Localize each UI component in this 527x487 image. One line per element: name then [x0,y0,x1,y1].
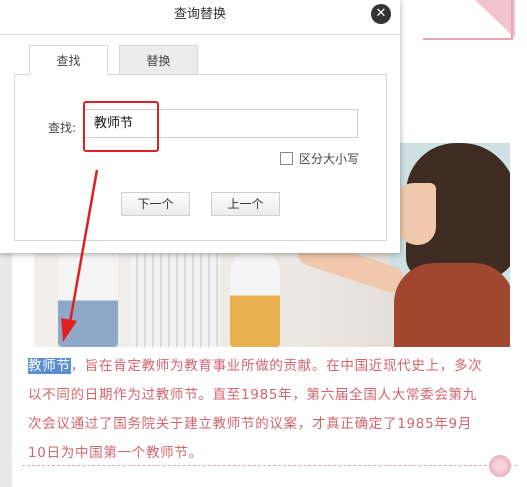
tab-find[interactable]: 查找 [29,45,108,75]
